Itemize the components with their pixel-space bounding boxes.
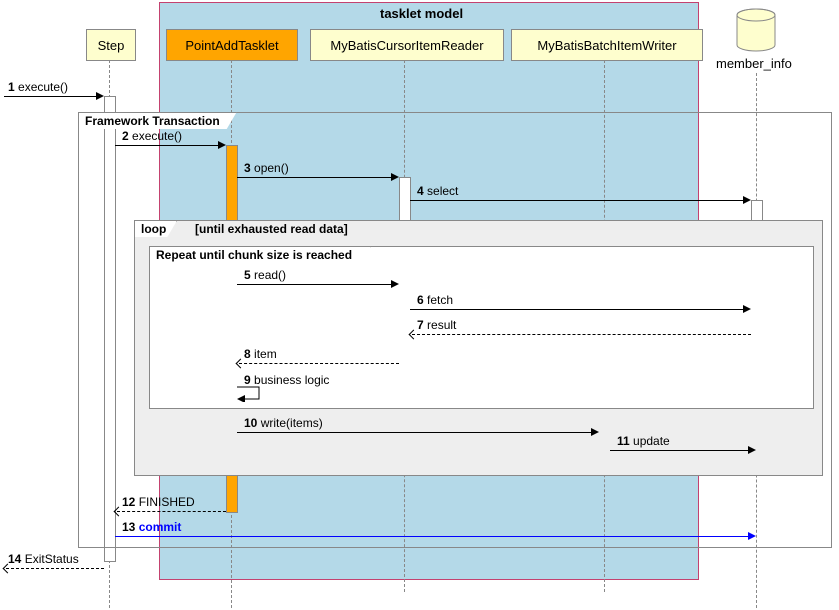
arrow-11 [610, 450, 754, 451]
arrow-5-head [391, 280, 399, 288]
fragment-loop-label: loop [134, 220, 177, 237]
arrow-1 [4, 96, 102, 97]
participant-point-add-tasklet: PointAddTasklet [166, 29, 298, 61]
arrow-1-head [96, 92, 104, 100]
arrow-9-self [237, 386, 267, 402]
arrow-13-head [748, 532, 756, 540]
database-icon [736, 8, 776, 52]
arrow-10-head [591, 428, 599, 436]
arrow-13 [115, 536, 754, 537]
msg-12: 12 FINISHED [122, 495, 195, 509]
msg-8: 8 item [244, 347, 277, 361]
msg-3: 3 open() [244, 161, 289, 175]
msg-7: 7 result [417, 318, 456, 332]
arrow-8 [239, 363, 399, 364]
msg-10: 10 write(items) [244, 416, 323, 430]
participant-writer: MyBatisBatchItemWriter [511, 29, 703, 61]
msg-4: 4 select [417, 184, 458, 198]
arrow-3-head [391, 173, 399, 181]
msg-14: 14 ExitStatus [8, 552, 79, 566]
participant-reader: MyBatisCursorItemReader [310, 29, 504, 61]
arrow-2-head [218, 141, 226, 149]
arrow-5 [237, 284, 397, 285]
fragment-chunk-label: Repeat until chunk size is reached [149, 246, 371, 263]
arrow-11-head [748, 446, 756, 454]
msg-5: 5 read() [244, 268, 286, 282]
arrow-6 [410, 309, 749, 310]
msg-2: 2 execute() [122, 129, 182, 143]
arrow-12 [117, 511, 226, 512]
database-label: member_info [716, 56, 792, 71]
arrow-14 [6, 568, 104, 569]
arrow-2 [115, 145, 224, 146]
msg-11: 11 update [617, 434, 670, 448]
participant-step: Step [86, 29, 136, 61]
arrow-4 [410, 200, 749, 201]
fragment-loop-guard: [until exhausted read data] [195, 222, 348, 236]
fragment-tx-label: Framework Transaction [78, 112, 237, 129]
msg-9: 9 business logic [244, 373, 329, 387]
msg-1: 1 execute() [8, 80, 68, 94]
tasklet-model-title: tasklet model [380, 6, 463, 21]
arrow-3 [237, 177, 397, 178]
arrow-10 [237, 432, 597, 433]
arrow-6-head [743, 305, 751, 313]
arrow-7 [412, 334, 751, 335]
arrow-4-head [743, 196, 751, 204]
msg-13: 13 commit [122, 520, 181, 534]
msg-6: 6 fetch [417, 293, 453, 307]
